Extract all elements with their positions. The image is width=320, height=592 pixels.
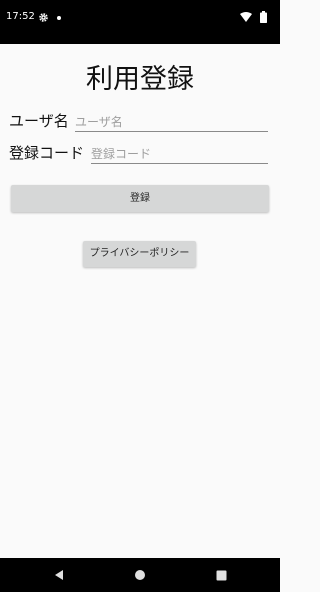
privacy-policy-button[interactable]: プライバシーポリシー (83, 241, 196, 267)
registration-code-input[interactable] (91, 146, 268, 164)
gear-icon (39, 13, 48, 22)
wifi-icon (240, 12, 252, 22)
register-button[interactable]: 登録 (11, 185, 269, 212)
notification-dot-icon (57, 16, 61, 20)
recents-icon (216, 570, 226, 580)
battery-icon (260, 11, 267, 23)
back-button[interactable] (49, 565, 69, 585)
home-icon (135, 570, 145, 580)
registration-code-label: 登録コード (9, 144, 85, 162)
home-button[interactable] (130, 565, 150, 585)
recents-button[interactable] (211, 565, 231, 585)
page-title: 利用登録 (86, 64, 194, 95)
username-label: ユーザ名 (9, 112, 69, 130)
navigation-bar (0, 558, 280, 592)
username-input[interactable] (75, 114, 268, 132)
status-time: 17:52 (6, 11, 35, 22)
status-bar: 17:52 (0, 0, 280, 44)
back-icon (55, 570, 63, 580)
main-content: 利用登録 ユーザ名 登録コード 登録 プライバシーポリシー (0, 44, 280, 558)
